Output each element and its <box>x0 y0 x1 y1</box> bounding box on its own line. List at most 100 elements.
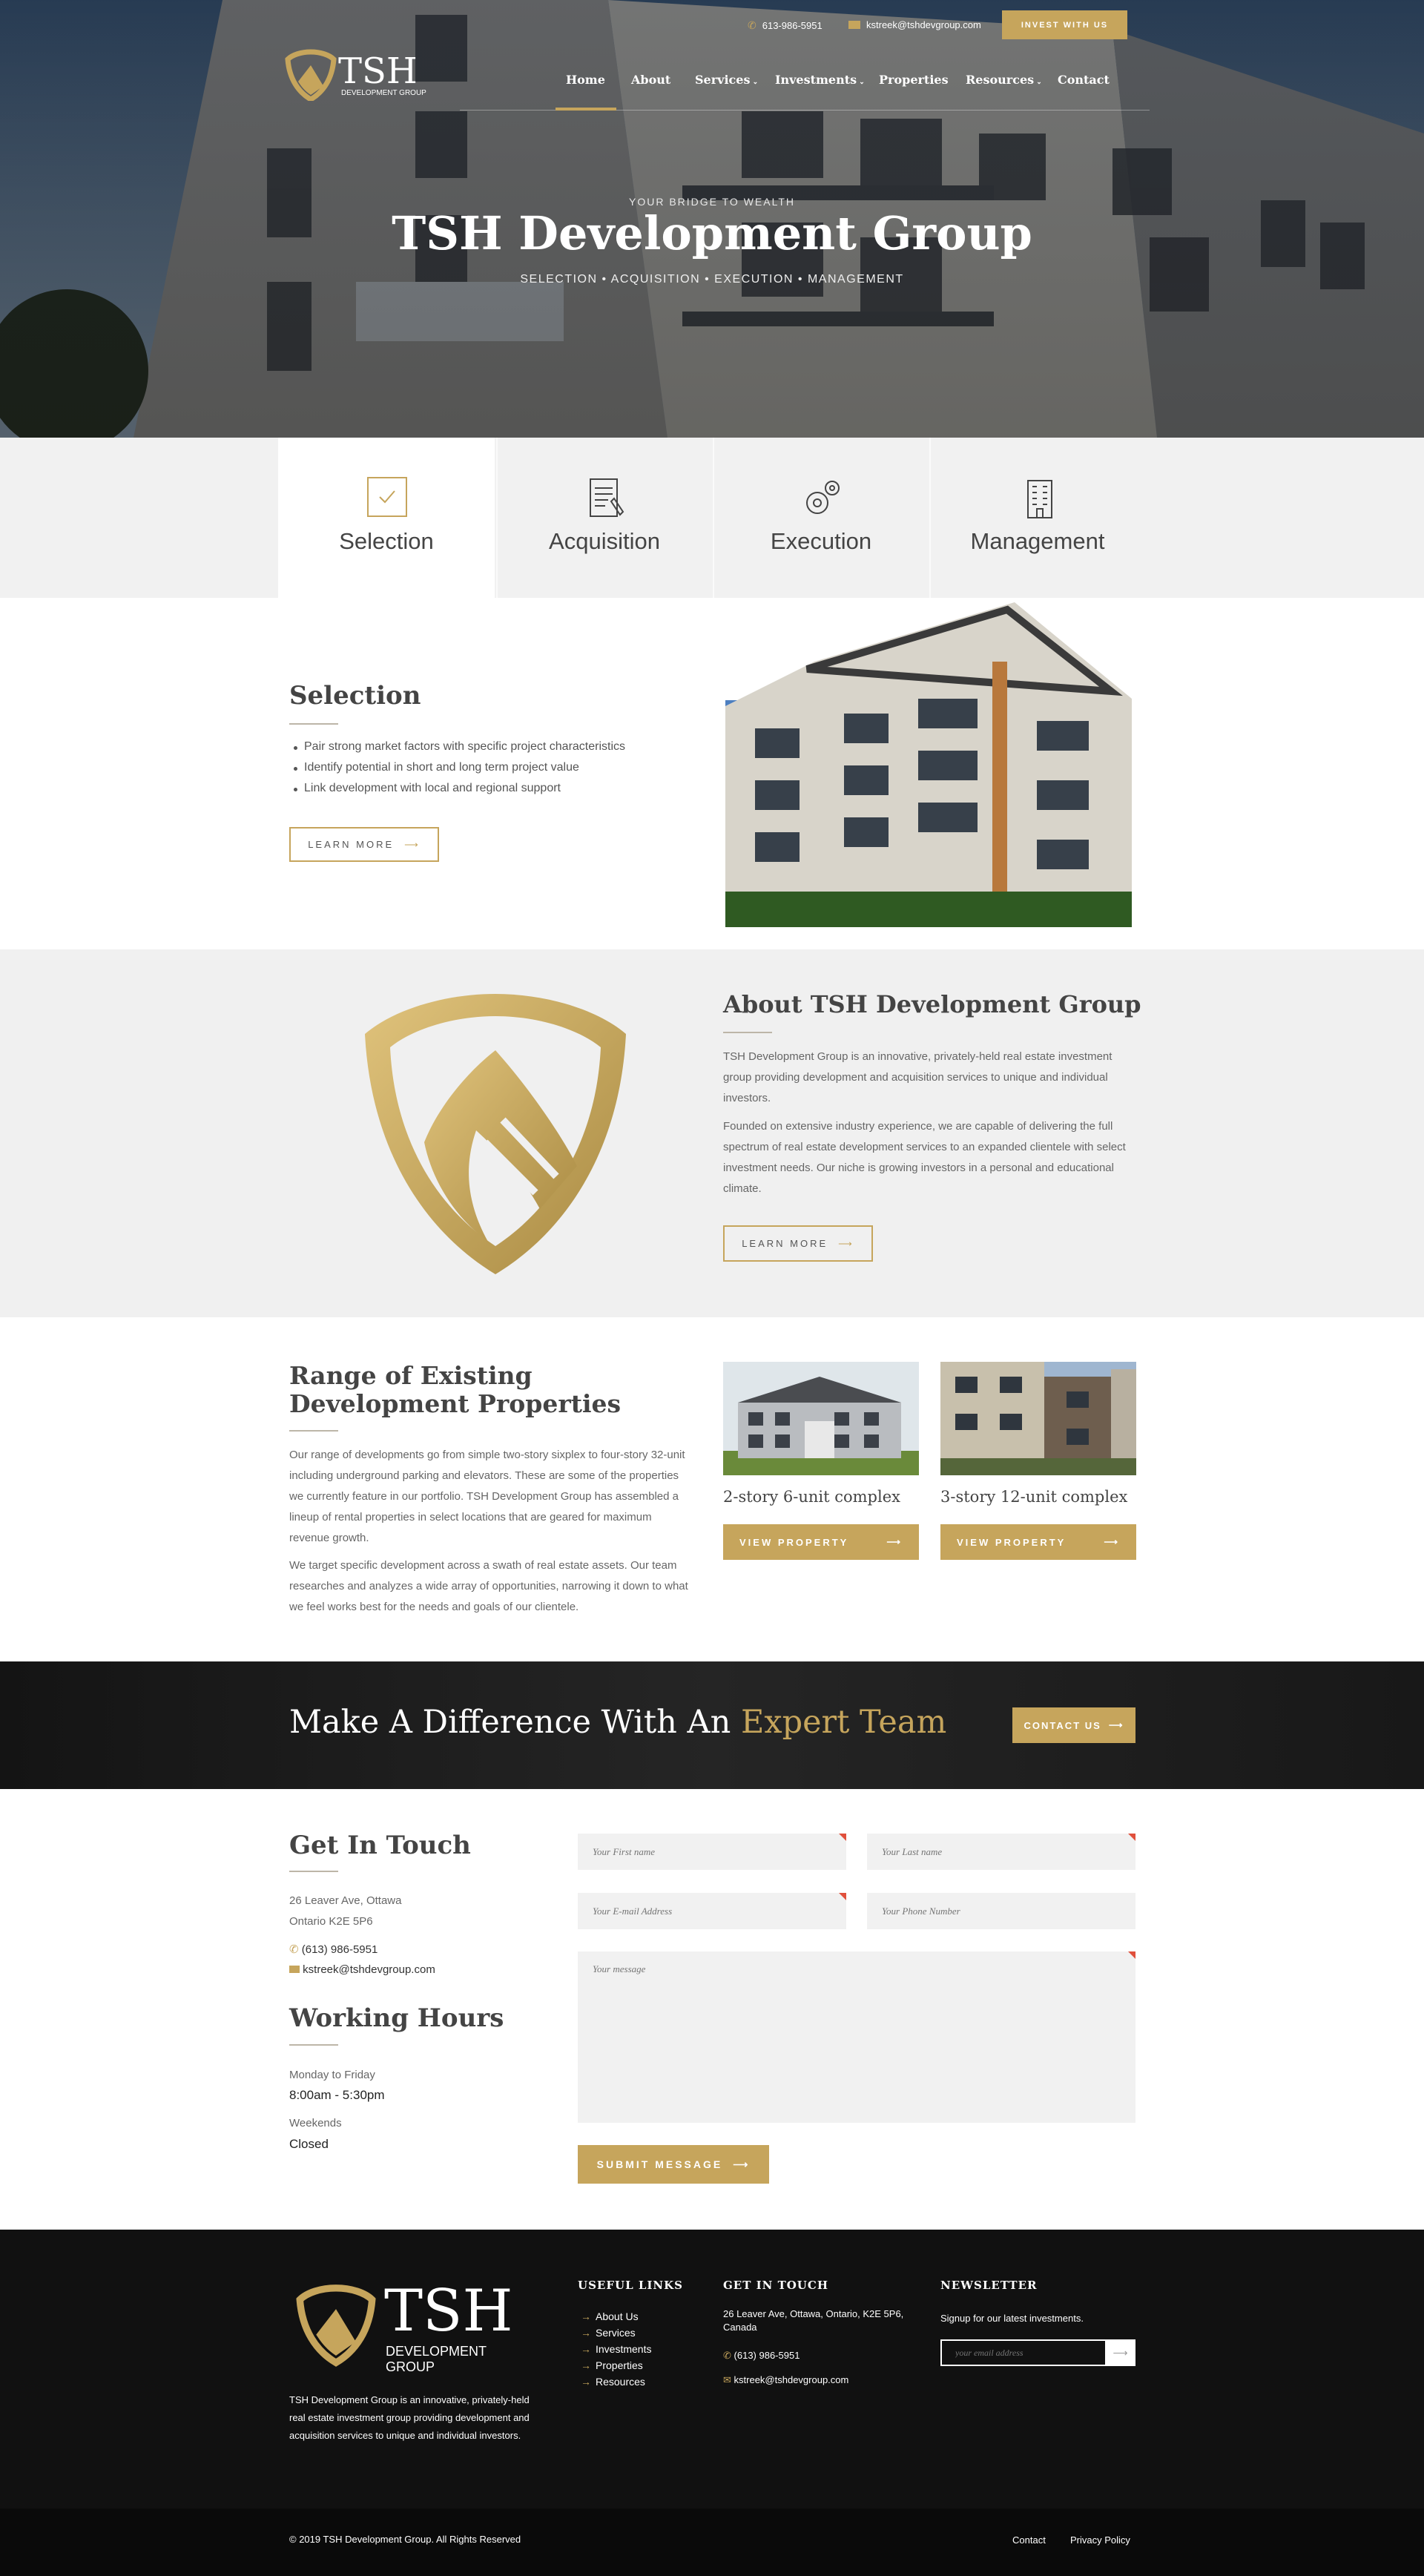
envelope-icon <box>289 1966 300 1973</box>
about-learn-more-label: LEARN MORE <box>742 1238 828 1249</box>
nav-properties[interactable]: Properties <box>879 73 949 87</box>
hero-subtitle: SELECTION • ACQUISITION • EXECUTION • MA… <box>520 273 904 286</box>
nav-resources[interactable]: Resources ⌄ <box>966 73 1042 87</box>
contact-email[interactable]: kstreek@tshdevgroup.com <box>289 1963 435 1976</box>
footer-email[interactable]: ✉ kstreek@tshdevgroup.com <box>723 2371 848 2389</box>
chevron-down-icon: ⌄ <box>857 79 865 86</box>
selection-title: Selection <box>289 681 421 711</box>
range-title: Range of Existing Development Properties <box>289 1361 622 1418</box>
required-marker <box>1128 1951 1135 1959</box>
shield-logo-icon <box>296 2285 376 2367</box>
about-learn-more-button[interactable]: LEARN MORE ⟶ <box>723 1225 873 1262</box>
tab-selection-label: Selection <box>339 528 434 554</box>
nav-about[interactable]: About <box>631 73 670 87</box>
arrow-right-icon: ⟶ <box>733 2158 751 2170</box>
required-marker <box>1128 1834 1135 1841</box>
view-property-label: VIEW PROPERTY <box>957 1536 1067 1548</box>
service-tabs: Selection Acquisition Execution Manageme… <box>0 438 1424 598</box>
tab-execution[interactable]: Execution <box>713 438 929 598</box>
weekend-hours: Closed <box>289 2137 329 2151</box>
arrow-right-icon: ⟶ <box>838 1237 854 1249</box>
invest-with-us-button[interactable]: INVEST WITH US <box>1002 10 1127 39</box>
range-paragraph: We target specific development across a … <box>289 1559 688 1613</box>
document-icon <box>590 478 624 517</box>
site-logo[interactable]: TSH DEVELOPMENT GROUP <box>285 49 433 101</box>
tab-acquisition-label: Acquisition <box>549 528 660 554</box>
envelope-icon: ✉ <box>723 2374 731 2385</box>
about-title: About TSH Development Group <box>723 990 1141 1018</box>
nav-investments[interactable]: Investments ⌄ <box>775 73 865 87</box>
last-name-input[interactable] <box>867 1834 1135 1870</box>
footer-link-services[interactable]: Services <box>581 2327 636 2339</box>
nav-resources-label: Resources <box>966 73 1035 87</box>
tab-acquisition[interactable]: Acquisition <box>496 438 713 598</box>
contact-phone-text: (613) 986-5951 <box>301 1943 378 1956</box>
property-name: 2-story 6-unit complex <box>723 1488 900 1506</box>
required-marker <box>839 1893 846 1900</box>
footer-link-properties[interactable]: Properties <box>581 2359 643 2371</box>
nav-services-label: Services <box>695 73 751 87</box>
nav-investments-label: Investments <box>775 73 857 87</box>
contact-phone[interactable]: ✆ (613) 986-5951 <box>289 1943 378 1956</box>
footer-link-resources[interactable]: Resources <box>581 2376 645 2388</box>
footer-logo[interactable]: TSH DEVELOPMENT GROUP <box>295 2279 533 2374</box>
shield-logo-icon <box>365 994 626 1274</box>
email-input[interactable] <box>578 1893 846 1929</box>
property-image[interactable] <box>940 1362 1136 1475</box>
nav-home[interactable]: Home <box>566 73 605 87</box>
view-property-button[interactable]: VIEW PROPERTY ⟶ <box>723 1524 919 1560</box>
nav-contact[interactable]: Contact <box>1058 73 1110 87</box>
newsletter-heading: NEWSLETTER <box>940 2279 1038 2292</box>
view-property-button[interactable]: VIEW PROPERTY ⟶ <box>940 1524 1136 1560</box>
footer-link-about[interactable]: About Us <box>581 2310 638 2322</box>
arrow-right-icon: ⟶ <box>1104 1536 1120 1547</box>
contact-address-line2: Ontario K2E 5P6 <box>289 1915 373 1928</box>
weekday-hours: 8:00am - 5:30pm <box>289 2088 385 2102</box>
header-email[interactable]: kstreek@tshdevgroup.com <box>848 19 981 30</box>
contact-address-line1: 26 Leaver Ave, Ottawa <box>289 1894 402 1907</box>
footer-about: TSH Development Group is an innovative, … <box>289 2394 530 2441</box>
property-name: 3-story 12-unit complex <box>940 1488 1128 1506</box>
about-section <box>0 949 1424 1317</box>
nav-services[interactable]: Services ⌄ <box>695 73 758 87</box>
newsletter-email-input[interactable] <box>940 2339 1107 2366</box>
message-textarea[interactable] <box>578 1951 1135 2123</box>
contact-us-button[interactable]: CONTACT US ⟶ <box>1012 1707 1135 1743</box>
selection-bullet: Link development with local and regional… <box>294 782 561 794</box>
footer-phone-text: (613) 986-5951 <box>734 2350 800 2361</box>
logo-text: TSH <box>338 50 418 92</box>
footer <box>0 2230 1424 2509</box>
get-in-touch-heading: GET IN TOUCH <box>723 2279 828 2292</box>
useful-links-heading: USEFUL LINKS <box>578 2279 683 2292</box>
arrow-right-icon: ⟶ <box>1112 2346 1128 2359</box>
property-image[interactable] <box>723 1362 919 1475</box>
newsletter-submit-button[interactable]: ⟶ <box>1105 2339 1135 2366</box>
footer-bottom-link-contact[interactable]: Contact <box>1012 2531 1046 2549</box>
contact-us-label: CONTACT US <box>1024 1719 1101 1731</box>
selection-building-image <box>725 602 1132 927</box>
submit-message-button[interactable]: SUBMIT MESSAGE ⟶ <box>578 2145 769 2184</box>
footer-phone[interactable]: ✆ (613) 986-5951 <box>723 2347 800 2365</box>
first-name-input[interactable] <box>578 1834 846 1870</box>
phone-input[interactable] <box>867 1893 1135 1929</box>
title-rule <box>289 1430 338 1432</box>
chevron-down-icon: ⌄ <box>750 79 759 86</box>
nav-active-indicator <box>556 108 616 111</box>
tab-selection[interactable]: Selection <box>278 438 495 598</box>
submit-message-label: SUBMIT MESSAGE <box>596 2158 723 2170</box>
header-phone[interactable]: ✆ 613-986-5951 <box>748 19 823 32</box>
logo-subtext: DEVELOPMENT GROUP <box>341 89 426 97</box>
weekend-label: Weekends <box>289 2117 342 2129</box>
selection-learn-more-button[interactable]: LEARN MORE ⟶ <box>289 827 439 862</box>
cta-heading-highlight: Expert Team <box>740 1704 947 1741</box>
header-phone-text: 613-986-5951 <box>762 20 823 31</box>
tab-management[interactable]: Management <box>929 438 1146 598</box>
checkbox-icon <box>367 477 407 517</box>
title-rule <box>723 1032 772 1033</box>
footer-bottom-link-privacy[interactable]: Privacy Policy <box>1070 2531 1130 2549</box>
title-rule <box>289 723 338 725</box>
newsletter-text: Signup for our latest investments. <box>940 2313 1084 2324</box>
weekday-label: Monday to Friday <box>289 2069 375 2081</box>
header-email-text: kstreek@tshdevgroup.com <box>866 19 981 30</box>
footer-link-investments[interactable]: Investments <box>581 2343 652 2355</box>
